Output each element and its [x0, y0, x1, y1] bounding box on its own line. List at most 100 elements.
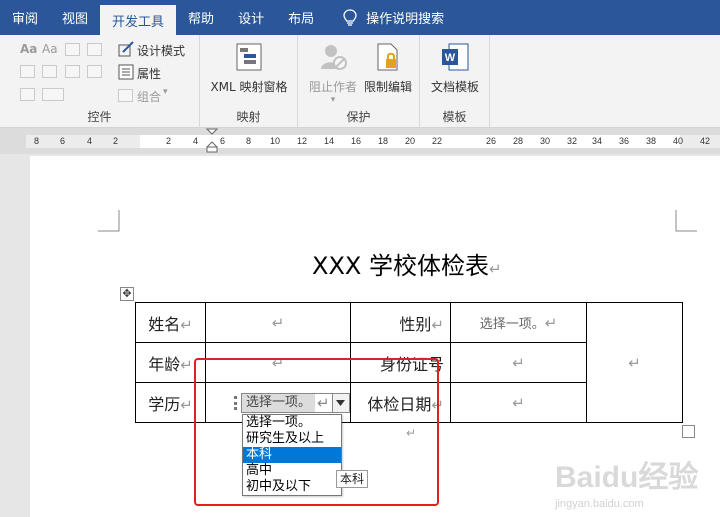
- block-authors-icon: [321, 45, 347, 70]
- lightbulb-icon: [343, 8, 357, 26]
- horizontal-ruler[interactable]: 8 6 4 2 2 4 6 8 10 12 14 16 18 20 22 26 …: [0, 128, 720, 154]
- ruler-number: 28: [513, 136, 524, 146]
- chevron-down-icon: ▾: [163, 87, 168, 97]
- svg-text:W: W: [445, 52, 456, 64]
- restrict-editing-icon: [377, 43, 398, 71]
- tell-me-search[interactable]: 操作说明搜索: [326, 0, 456, 35]
- dropdown-list-control-icon[interactable]: [65, 65, 80, 78]
- repeating-section-control-icon[interactable]: [20, 88, 35, 101]
- table-move-handle-icon[interactable]: ✥: [120, 287, 134, 301]
- ruler-number: 38: [646, 136, 657, 146]
- design-mode-button[interactable]: 设计模式: [137, 42, 185, 59]
- gender-dropdown-cell[interactable]: 选择一项。↵: [450, 302, 587, 343]
- ruler-number: 6: [60, 136, 66, 146]
- photo-cell[interactable]: ↵: [586, 302, 683, 423]
- ruler-number: 20: [405, 136, 416, 146]
- ribbon: Aa Aa 设计模式 属性 组合 ▾ 控件 XML 映射窗格 映射 阻止作者 ▾…: [0, 35, 720, 128]
- table-row: 姓名↵ ↵ 性别↵ 选择一项。↵ ↵: [135, 302, 683, 423]
- picture-control-icon[interactable]: [65, 43, 80, 56]
- word-template-icon: W: [442, 43, 469, 71]
- table-cell[interactable]: ↵: [450, 382, 587, 423]
- ruler-number: 16: [351, 136, 362, 146]
- baidu-watermark: Baidu经验 jingyan.baidu.com: [555, 452, 720, 517]
- group-icon: [118, 89, 133, 102]
- ruler-number: 2: [113, 136, 119, 146]
- ribbon-tab-bar: 审阅 视图 开发工具 帮助 设计 布局 操作说明搜索: [0, 0, 720, 35]
- table-cell[interactable]: ↵: [450, 342, 587, 383]
- ruler-number: 2: [166, 136, 172, 146]
- name-label: 姓名: [148, 314, 181, 334]
- paragraph-mark: ↵: [512, 354, 525, 372]
- group-label-protect: 保护: [346, 110, 371, 124]
- block-authors-label: 阻止作者: [308, 80, 357, 94]
- tell-me-label: 操作说明搜索: [366, 12, 445, 27]
- legacy-tools-icon[interactable]: [42, 88, 64, 101]
- group-label-mapping: 映射: [236, 110, 261, 124]
- ruler-number: 26: [486, 136, 497, 146]
- paragraph-mark: ↵: [180, 355, 193, 374]
- restrict-editing-button[interactable]: 限制编辑: [360, 43, 416, 95]
- tab-help[interactable]: 帮助: [176, 0, 226, 35]
- table-resize-handle-icon[interactable]: [682, 425, 695, 438]
- indent-marker-icon[interactable]: [205, 128, 219, 154]
- group-button[interactable]: 组合: [137, 88, 161, 105]
- education-label: 学历: [148, 394, 181, 414]
- paragraph-mark: ↵: [488, 260, 502, 278]
- ruler-number: 10: [270, 136, 281, 146]
- paragraph-mark: ↵: [271, 314, 285, 332]
- checkbox-control-icon[interactable]: [20, 65, 35, 78]
- paragraph-mark: ↵: [544, 314, 558, 332]
- age-label: 年龄: [148, 354, 181, 374]
- gender-dropdown-placeholder[interactable]: 选择一项。: [480, 317, 545, 332]
- group-templates: W 文档模板 模板: [420, 35, 490, 128]
- tab-design[interactable]: 设计: [226, 0, 276, 35]
- group-label-controls: 控件: [87, 110, 112, 124]
- ruler-number: 22: [432, 136, 443, 146]
- rich-text-control-icon[interactable]: Aa: [20, 42, 37, 56]
- crop-mark-top-left: [98, 210, 120, 232]
- properties-icon: [118, 64, 134, 80]
- building-block-control-icon[interactable]: [87, 43, 102, 56]
- date-picker-control-icon[interactable]: [87, 65, 102, 78]
- ruler-number: 36: [619, 136, 630, 146]
- annotation-highlight-box: [194, 358, 439, 506]
- tab-review[interactable]: 审阅: [0, 0, 50, 35]
- paragraph-mark: ↵: [180, 315, 193, 334]
- table-cell[interactable]: 性别↵: [350, 302, 451, 343]
- ruler-number: 30: [540, 136, 551, 146]
- tab-developer[interactable]: 开发工具: [100, 5, 177, 35]
- document-title[interactable]: XXX 学校体检表↵: [312, 246, 502, 281]
- paragraph-mark: ↵: [512, 394, 525, 412]
- group-mapping: XML 映射窗格 映射: [200, 35, 298, 128]
- ruler-number: 34: [592, 136, 603, 146]
- tab-layout[interactable]: 布局: [276, 0, 326, 35]
- ruler-number: 42: [700, 136, 711, 146]
- document-template-button[interactable]: W 文档模板: [426, 43, 484, 95]
- combo-box-control-icon[interactable]: [42, 65, 57, 78]
- xml-mapping-icon: [236, 43, 262, 71]
- paragraph-mark: ↵: [431, 315, 444, 334]
- gender-label: 性别: [399, 314, 432, 334]
- chevron-down-icon: ▾: [330, 95, 336, 105]
- group-label-templates: 模板: [442, 110, 467, 124]
- xml-mapping-label: XML 映射窗格: [210, 80, 288, 94]
- plain-text-control-icon[interactable]: Aa: [42, 42, 58, 56]
- design-mode-icon: [118, 41, 134, 57]
- xml-mapping-pane-button[interactable]: XML 映射窗格: [206, 43, 292, 95]
- ruler-number: 40: [673, 136, 684, 146]
- ruler-number: 6: [220, 136, 226, 146]
- tab-view[interactable]: 视图: [50, 0, 100, 35]
- ruler-number: 12: [297, 136, 308, 146]
- ruler-number: 4: [87, 136, 93, 146]
- table-cell[interactable]: 姓名↵: [135, 302, 206, 343]
- ruler-number: 14: [324, 136, 335, 146]
- document-template-label: 文档模板: [430, 80, 479, 94]
- block-authors-button[interactable]: 阻止作者 ▾: [302, 43, 364, 105]
- ruler-number: 8: [246, 136, 252, 146]
- watermark-text: Baidu经验: [555, 461, 699, 494]
- watermark-url: jingyan.baidu.com: [555, 498, 644, 510]
- table-cell[interactable]: ↵: [205, 302, 351, 343]
- ruler-number: 8: [34, 136, 40, 146]
- paragraph-mark: ↵: [628, 354, 641, 372]
- properties-button[interactable]: 属性: [137, 65, 161, 82]
